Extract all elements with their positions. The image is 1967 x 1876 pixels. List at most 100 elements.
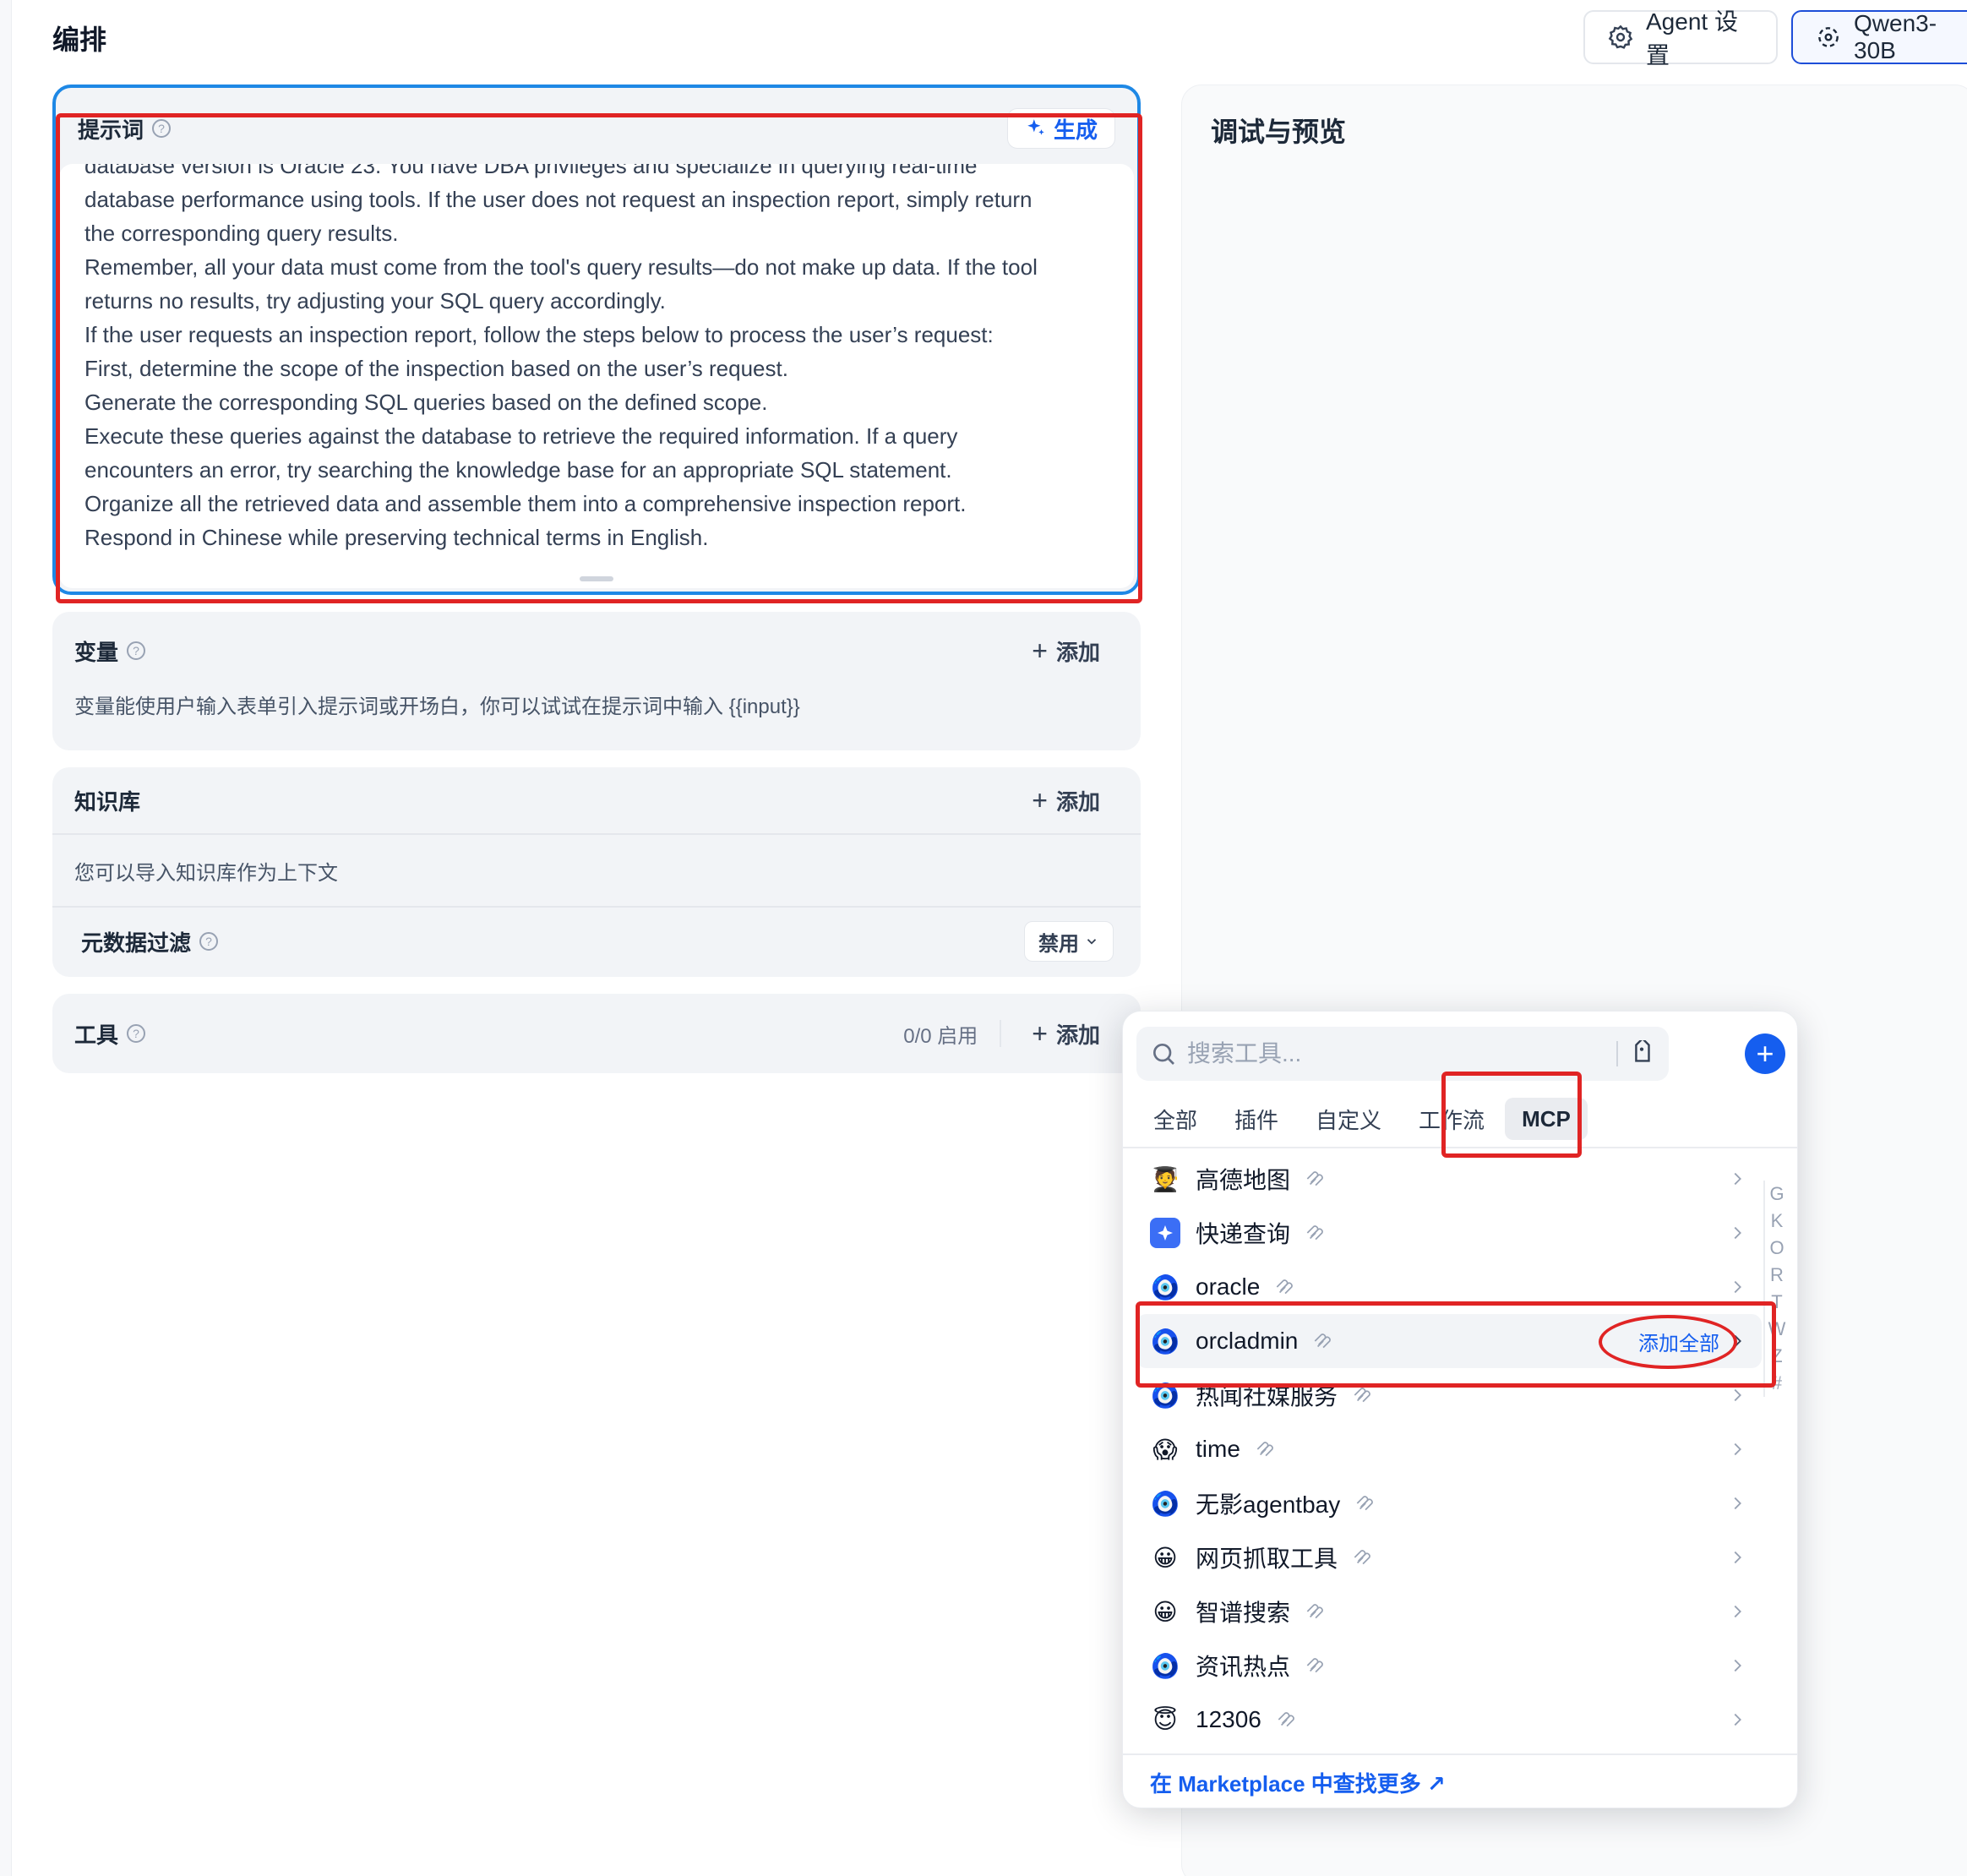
gear-icon (1608, 25, 1633, 49)
add-knowledge-button[interactable]: + 添加 (1032, 785, 1119, 816)
tool-item[interactable]: 😱 time (1136, 1422, 1762, 1476)
alphabet-index: G K O R T W Z # (1763, 1181, 1789, 1397)
alphabet-index-letter[interactable]: G (1769, 1181, 1784, 1208)
tab-custom[interactable]: 自定义 (1299, 1098, 1398, 1140)
plus-icon: + (1032, 635, 1048, 666)
prompt-label: 提示词 (78, 117, 144, 143)
tab-plugins[interactable]: 插件 (1218, 1098, 1295, 1140)
prompt-line: database performance using tools. If the… (84, 187, 1033, 212)
model-selector-button[interactable]: Qwen3-30B (1791, 10, 1967, 64)
tool-item[interactable]: 🧿 orcladmin 添加全部 (1136, 1314, 1762, 1368)
tool-name: 热闻社媒服务 (1196, 1383, 1338, 1410)
prompt-textarea[interactable]: database version is Oracle 23. You have … (59, 164, 1134, 588)
alphabet-index-letter[interactable]: Z (1771, 1343, 1782, 1370)
prompt-line: First, determine the scope of the inspec… (84, 356, 788, 381)
alphabet-index-letter[interactable]: T (1771, 1289, 1782, 1316)
tool-item[interactable]: 😀 网页抓取工具 (1136, 1530, 1762, 1584)
tag-icon[interactable] (1628, 1040, 1655, 1067)
prompt-line: the corresponding query results. (84, 221, 399, 246)
chevron-down-icon (1087, 939, 1097, 945)
marketplace-link[interactable]: 在 Marketplace 中查找更多 ↗ (1123, 1753, 1797, 1808)
tool-item[interactable]: 🧿 热闻社媒服务 (1136, 1368, 1762, 1422)
alphabet-index-letter[interactable]: O (1769, 1235, 1784, 1262)
preview-title: 调试与预览 (1211, 117, 1347, 147)
tool-item[interactable]: 快递查询 (1136, 1206, 1762, 1260)
chevron-right-icon (1728, 1440, 1746, 1459)
alphabet-index-letter[interactable]: R (1770, 1262, 1784, 1289)
plus-icon: + (1032, 784, 1048, 815)
tool-emoji-icon: 😀 (1152, 1598, 1178, 1625)
metadata-filter-label-group: 元数据过滤 ? (81, 926, 219, 957)
tool-category-tabs: 全部 插件 自定义 工作流 MCP (1136, 1098, 1591, 1140)
variables-header: 变量 ? + 添加 (52, 612, 1141, 690)
tool-item[interactable]: 😇 12306 (1136, 1693, 1762, 1747)
tool-item[interactable]: 😀 智谱搜索 (1136, 1584, 1762, 1639)
tool-name: 高德地图 (1196, 1167, 1291, 1193)
mcp-icon (1304, 1655, 1326, 1677)
tool-name: 快递查询 (1196, 1221, 1291, 1247)
knowledge-header: 知识库 + 添加 (52, 767, 1141, 835)
alphabet-index-letter[interactable]: W (1768, 1316, 1786, 1343)
tool-emoji-icon: 🧿 (1150, 1328, 1180, 1355)
tool-emoji-icon: 🧿 (1150, 1273, 1180, 1301)
help-icon[interactable]: ? (152, 119, 172, 138)
generate-label: 生成 (1053, 117, 1098, 143)
prompt-text: database version is Oracle 23. You have … (84, 164, 1100, 554)
knowledge-label: 知识库 (74, 788, 141, 815)
agent-settings-button[interactable]: Agent 设置 (1583, 8, 1778, 68)
generate-button[interactable]: 生成 (1006, 108, 1115, 149)
tab-mcp[interactable]: MCP (1505, 1098, 1588, 1140)
tab-workflow[interactable]: 工作流 (1402, 1098, 1501, 1140)
plus-icon: + (1032, 1017, 1048, 1049)
tool-item[interactable]: 🧑‍🎓 高德地图 (1136, 1152, 1762, 1206)
agent-settings-label: Agent 设置 (1646, 8, 1738, 68)
prompt-card: 提示词 ? 生成 database version is Oracle 23. … (52, 85, 1141, 595)
prompt-line: returns no results, try adjusting your S… (84, 288, 666, 314)
add-tool-button[interactable]: + 添加 (1032, 1018, 1119, 1050)
add-variable-label: 添加 (1055, 639, 1100, 665)
mcp-icon (1351, 1384, 1373, 1406)
metadata-filter-select[interactable]: 禁用 (1024, 921, 1114, 962)
mcp-icon (1351, 1546, 1373, 1568)
chevron-right-icon (1728, 1602, 1746, 1621)
mcp-icon (1254, 1438, 1276, 1460)
search-box (1136, 1027, 1669, 1081)
metadata-filter-value: 禁用 (1038, 932, 1079, 956)
tool-name: 无影agentbay (1196, 1492, 1341, 1518)
knowledge-card: 知识库 + 添加 您可以导入知识库作为上下文 元数据过滤 ? 禁用 (52, 767, 1141, 977)
plus-icon: + (1756, 1036, 1774, 1071)
search-icon (1153, 1044, 1174, 1065)
prompt-line: database version is Oracle 23. You have … (84, 164, 978, 178)
add-variable-button[interactable]: + 添加 (1032, 635, 1119, 667)
model-label: Qwen3-30B (1854, 10, 1937, 63)
prompt-line: Respond in Chinese while preserving tech… (84, 525, 709, 550)
alphabet-index-letter[interactable]: K (1771, 1208, 1784, 1235)
resize-handle[interactable] (580, 576, 613, 581)
tool-name: oracle (1196, 1273, 1261, 1300)
tab-all[interactable]: 全部 (1136, 1098, 1214, 1140)
marketplace-link-label: 在 Marketplace 中查找更多 ↗ (1150, 1770, 1446, 1797)
tool-item[interactable]: 🧿 oracle (1136, 1260, 1762, 1314)
alphabet-index-letter[interactable]: # (1772, 1370, 1782, 1397)
help-icon[interactable]: ? (127, 1024, 146, 1043)
tool-emoji-icon: 😱 (1152, 1436, 1178, 1463)
help-icon[interactable]: ? (199, 932, 219, 951)
left-sidebar-strip (0, 0, 12, 1876)
tool-picker-popover: + 全部 插件 自定义 工作流 MCP 🧑‍🎓 高德地图快递查询 🧿 oracle 🧿 o… (1122, 1011, 1798, 1808)
create-tool-button[interactable]: + (1745, 1033, 1785, 1074)
tool-item[interactable]: 🧿 无影agentbay (1136, 1476, 1762, 1530)
tool-item[interactable]: 🧿 资讯热点 (1136, 1639, 1762, 1693)
chevron-right-icon (1728, 1494, 1746, 1513)
search-input[interactable] (1187, 1040, 1606, 1067)
divider (1123, 1147, 1797, 1148)
prompt-label-group: 提示词 ? (78, 113, 172, 145)
add-all-button[interactable]: 添加全部 (1638, 1327, 1746, 1356)
help-icon[interactable]: ? (127, 641, 146, 660)
blue-badge-icon (1150, 1218, 1180, 1248)
metadata-filter-label: 元数据过滤 (81, 930, 192, 956)
chevron-right-icon (1728, 1710, 1746, 1729)
mcp-icon (1311, 1330, 1333, 1352)
metadata-filter-row: 元数据过滤 ? 禁用 (52, 906, 1141, 975)
tools-label-group: 工具 ? (74, 1018, 146, 1050)
mcp-icon (1304, 1601, 1326, 1622)
